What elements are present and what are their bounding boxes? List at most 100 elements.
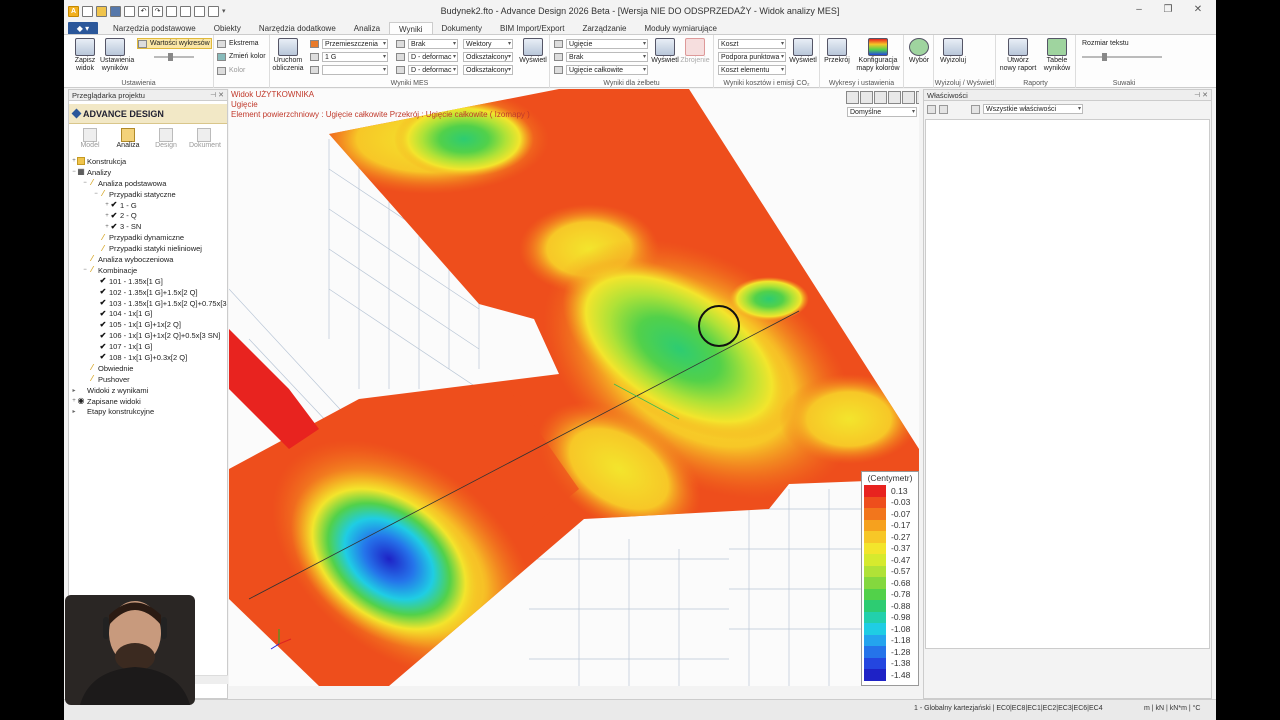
extrema-button[interactable]: Ekstrema xyxy=(217,38,259,49)
vectors-select[interactable]: Wektory xyxy=(463,38,513,49)
cost-select[interactable]: Koszt xyxy=(718,38,786,49)
zoom-extents-icon[interactable] xyxy=(860,91,873,104)
result-tables-button[interactable]: Tabele wyników xyxy=(1040,38,1074,73)
element-cost-select[interactable]: Koszt elementu xyxy=(718,64,786,75)
result-settings-button[interactable]: Ustawienia wyników xyxy=(100,38,134,73)
tree-item[interactable]: ▸ Widoki z wynikami xyxy=(71,385,227,396)
view-preset-select[interactable]: Domyślne xyxy=(847,107,917,117)
isolate-button[interactable]: Wyizoluj xyxy=(938,38,968,65)
tree-item-label: Analiza podstawowa xyxy=(98,178,167,188)
print-icon[interactable] xyxy=(166,5,177,17)
tree-item[interactable]: + ◉ Zapisane widoki xyxy=(71,396,227,407)
tree-item[interactable]: − ⁄ Przypadki statyczne xyxy=(71,189,227,200)
mode-model[interactable]: Model xyxy=(75,128,105,149)
categorized-icon[interactable] xyxy=(927,104,936,114)
undo-icon[interactable]: ↶ xyxy=(138,5,149,17)
brak-select[interactable]: Brak xyxy=(396,38,458,49)
zelbet-brak-select[interactable]: Brak xyxy=(554,51,648,62)
load-case-select[interactable]: 1 G xyxy=(310,51,388,62)
print-preview-icon[interactable] xyxy=(180,5,191,17)
color-map-config-button[interactable]: Konfiguracja mapy kolorów xyxy=(854,38,902,73)
result-type-select[interactable]: Przemieszczenia xyxy=(310,38,388,49)
fem-viewport[interactable]: Widok UŻYTKOWNIKA Ugięcie Element powier… xyxy=(229,89,919,686)
panel-pin-close-icon[interactable]: ⊣ ✕ xyxy=(210,90,224,101)
tree-item[interactable]: ✔ 106 - 1x[1 G]+1x[2 Q]+0.5x[3 SN] xyxy=(71,330,227,341)
title-bar: A ↶ ↷ ▾ Budynek2.fto - Advance Design 20… xyxy=(64,0,1216,22)
tree-item[interactable]: ✔103 - 1.35x[1 G]+1.5x[2 Q]+0.75x[3 SN] xyxy=(71,298,227,309)
tree-item[interactable]: − ▦ Analizy xyxy=(71,167,227,178)
tree-item[interactable]: + ✔ 3 - SN xyxy=(71,221,227,232)
zoom-in-icon[interactable] xyxy=(874,91,887,104)
maximize-button[interactable]: ❐ xyxy=(1156,4,1180,18)
deform-select-1[interactable]: D - deformac xyxy=(396,51,458,62)
tree-item[interactable]: ✔ 102 - 1.35x[1 G]+1.5x[2 Q] xyxy=(71,287,227,298)
total-deflection-select[interactable]: Ugięcie całkowite xyxy=(554,64,648,75)
tree-item[interactable]: − ⁄ Analiza podstawowa xyxy=(71,178,227,189)
close-button[interactable]: ✕ xyxy=(1186,4,1210,18)
tree-item[interactable]: − ⁄ Kombinacje xyxy=(71,265,227,276)
qat-customize-icon[interactable]: ▾ xyxy=(222,7,226,15)
mode-dokument[interactable]: Dokument xyxy=(189,128,221,149)
redo-icon[interactable]: ↷ xyxy=(152,5,163,17)
save-as-icon[interactable] xyxy=(124,5,135,17)
export-icon[interactable] xyxy=(194,5,205,17)
reinforcement-button[interactable]: Zbrojenie xyxy=(680,38,710,65)
section-button[interactable]: Przekrój xyxy=(822,38,852,65)
support-select[interactable]: Podpora punktowa xyxy=(718,51,786,62)
display-cost-button[interactable]: Wyświetl xyxy=(788,38,818,65)
tree-item[interactable]: + ✔ 2 - Q xyxy=(71,210,227,221)
tree-item[interactable]: ✔ 104 - 1x[1 G] xyxy=(71,308,227,319)
filter-icon[interactable] xyxy=(971,104,980,114)
deformed-select-1[interactable]: Odkształcony xyxy=(463,51,513,62)
mode-design[interactable]: Design xyxy=(151,128,181,149)
zoom-out-icon[interactable] xyxy=(888,91,901,104)
rotate-icon[interactable] xyxy=(916,91,919,104)
legend-swatch xyxy=(864,600,886,612)
panel-pin-close-icon[interactable]: ⊣ ✕ xyxy=(1194,90,1208,101)
pen-icon xyxy=(554,52,563,61)
tree-item[interactable]: ⁄ Pushover xyxy=(71,374,227,385)
slider-track[interactable] xyxy=(154,51,194,62)
minimize-button[interactable]: – xyxy=(1127,4,1151,18)
save-icon[interactable] xyxy=(110,5,121,17)
tree-item[interactable]: ✔ 101 - 1.35x[1 G] xyxy=(71,276,227,287)
properties-filter-select[interactable]: Wszystkie właściwości xyxy=(983,104,1083,114)
tree-item[interactable]: + Konstrukcja xyxy=(71,156,227,167)
save-view-button[interactable]: Zapisz widok xyxy=(70,38,100,73)
color-button[interactable]: Kolor xyxy=(217,65,245,76)
new-file-icon[interactable] xyxy=(82,5,93,17)
properties-grid[interactable] xyxy=(925,119,1210,649)
app-logo-icon[interactable]: A xyxy=(68,5,79,17)
pan-icon[interactable] xyxy=(902,91,915,104)
tree-item[interactable]: ⁄ Przypadki statyki nieliniowej xyxy=(71,243,227,254)
extra-select[interactable] xyxy=(310,64,388,75)
tree-item[interactable]: ⁄ Przypadki dynamiczne xyxy=(71,232,227,243)
tree-item[interactable]: ⁄ Analiza wyboczeniowa xyxy=(71,254,227,265)
text-size-slider[interactable] xyxy=(1082,51,1162,62)
screenshot-icon[interactable] xyxy=(208,5,219,17)
deflection-select[interactable]: Ugięcie xyxy=(554,38,648,49)
display-zelbet-button[interactable]: Wyświetl xyxy=(650,38,680,65)
deform-select-2[interactable]: D - deformac xyxy=(396,64,458,75)
tree-item[interactable]: ✔ 105 - 1x[1 G]+1x[2 Q] xyxy=(71,319,227,330)
tree-item[interactable]: + ✔ 1 - G xyxy=(71,200,227,211)
alphabetical-icon[interactable] xyxy=(939,104,948,114)
mode-analiza[interactable]: Analiza xyxy=(113,128,143,149)
legend-value: -1.48 xyxy=(891,669,911,680)
tree-item[interactable]: ✔ 108 - 1x[1 G]+0.3x[2 Q] xyxy=(71,352,227,363)
run-calculation-button[interactable]: Uruchom obliczenia xyxy=(270,38,306,73)
create-report-button[interactable]: Utwórz nowy raport xyxy=(998,38,1038,73)
tree-item[interactable]: ✔ 107 - 1x[1 G] xyxy=(71,341,227,352)
chart-values-button[interactable]: Wartości wykresów xyxy=(137,38,212,49)
fem-contour-map[interactable] xyxy=(229,89,919,686)
selection-button[interactable]: Wybór xyxy=(904,38,934,65)
displacement-icon xyxy=(310,39,319,48)
tree-item[interactable]: ⁄ Obwiednie xyxy=(71,363,227,374)
deformed-select-2[interactable]: Odkształcony xyxy=(463,64,513,75)
tree-check-icon: ✔ xyxy=(110,210,118,220)
change-color-button[interactable]: Zmień kolor xyxy=(217,51,266,62)
display-mes-button[interactable]: Wyświetl xyxy=(518,38,548,65)
open-folder-icon[interactable] xyxy=(96,5,107,17)
zoom-window-icon[interactable] xyxy=(846,91,859,104)
tree-item[interactable]: ▸ Etapy konstrukcyjne xyxy=(71,406,227,417)
